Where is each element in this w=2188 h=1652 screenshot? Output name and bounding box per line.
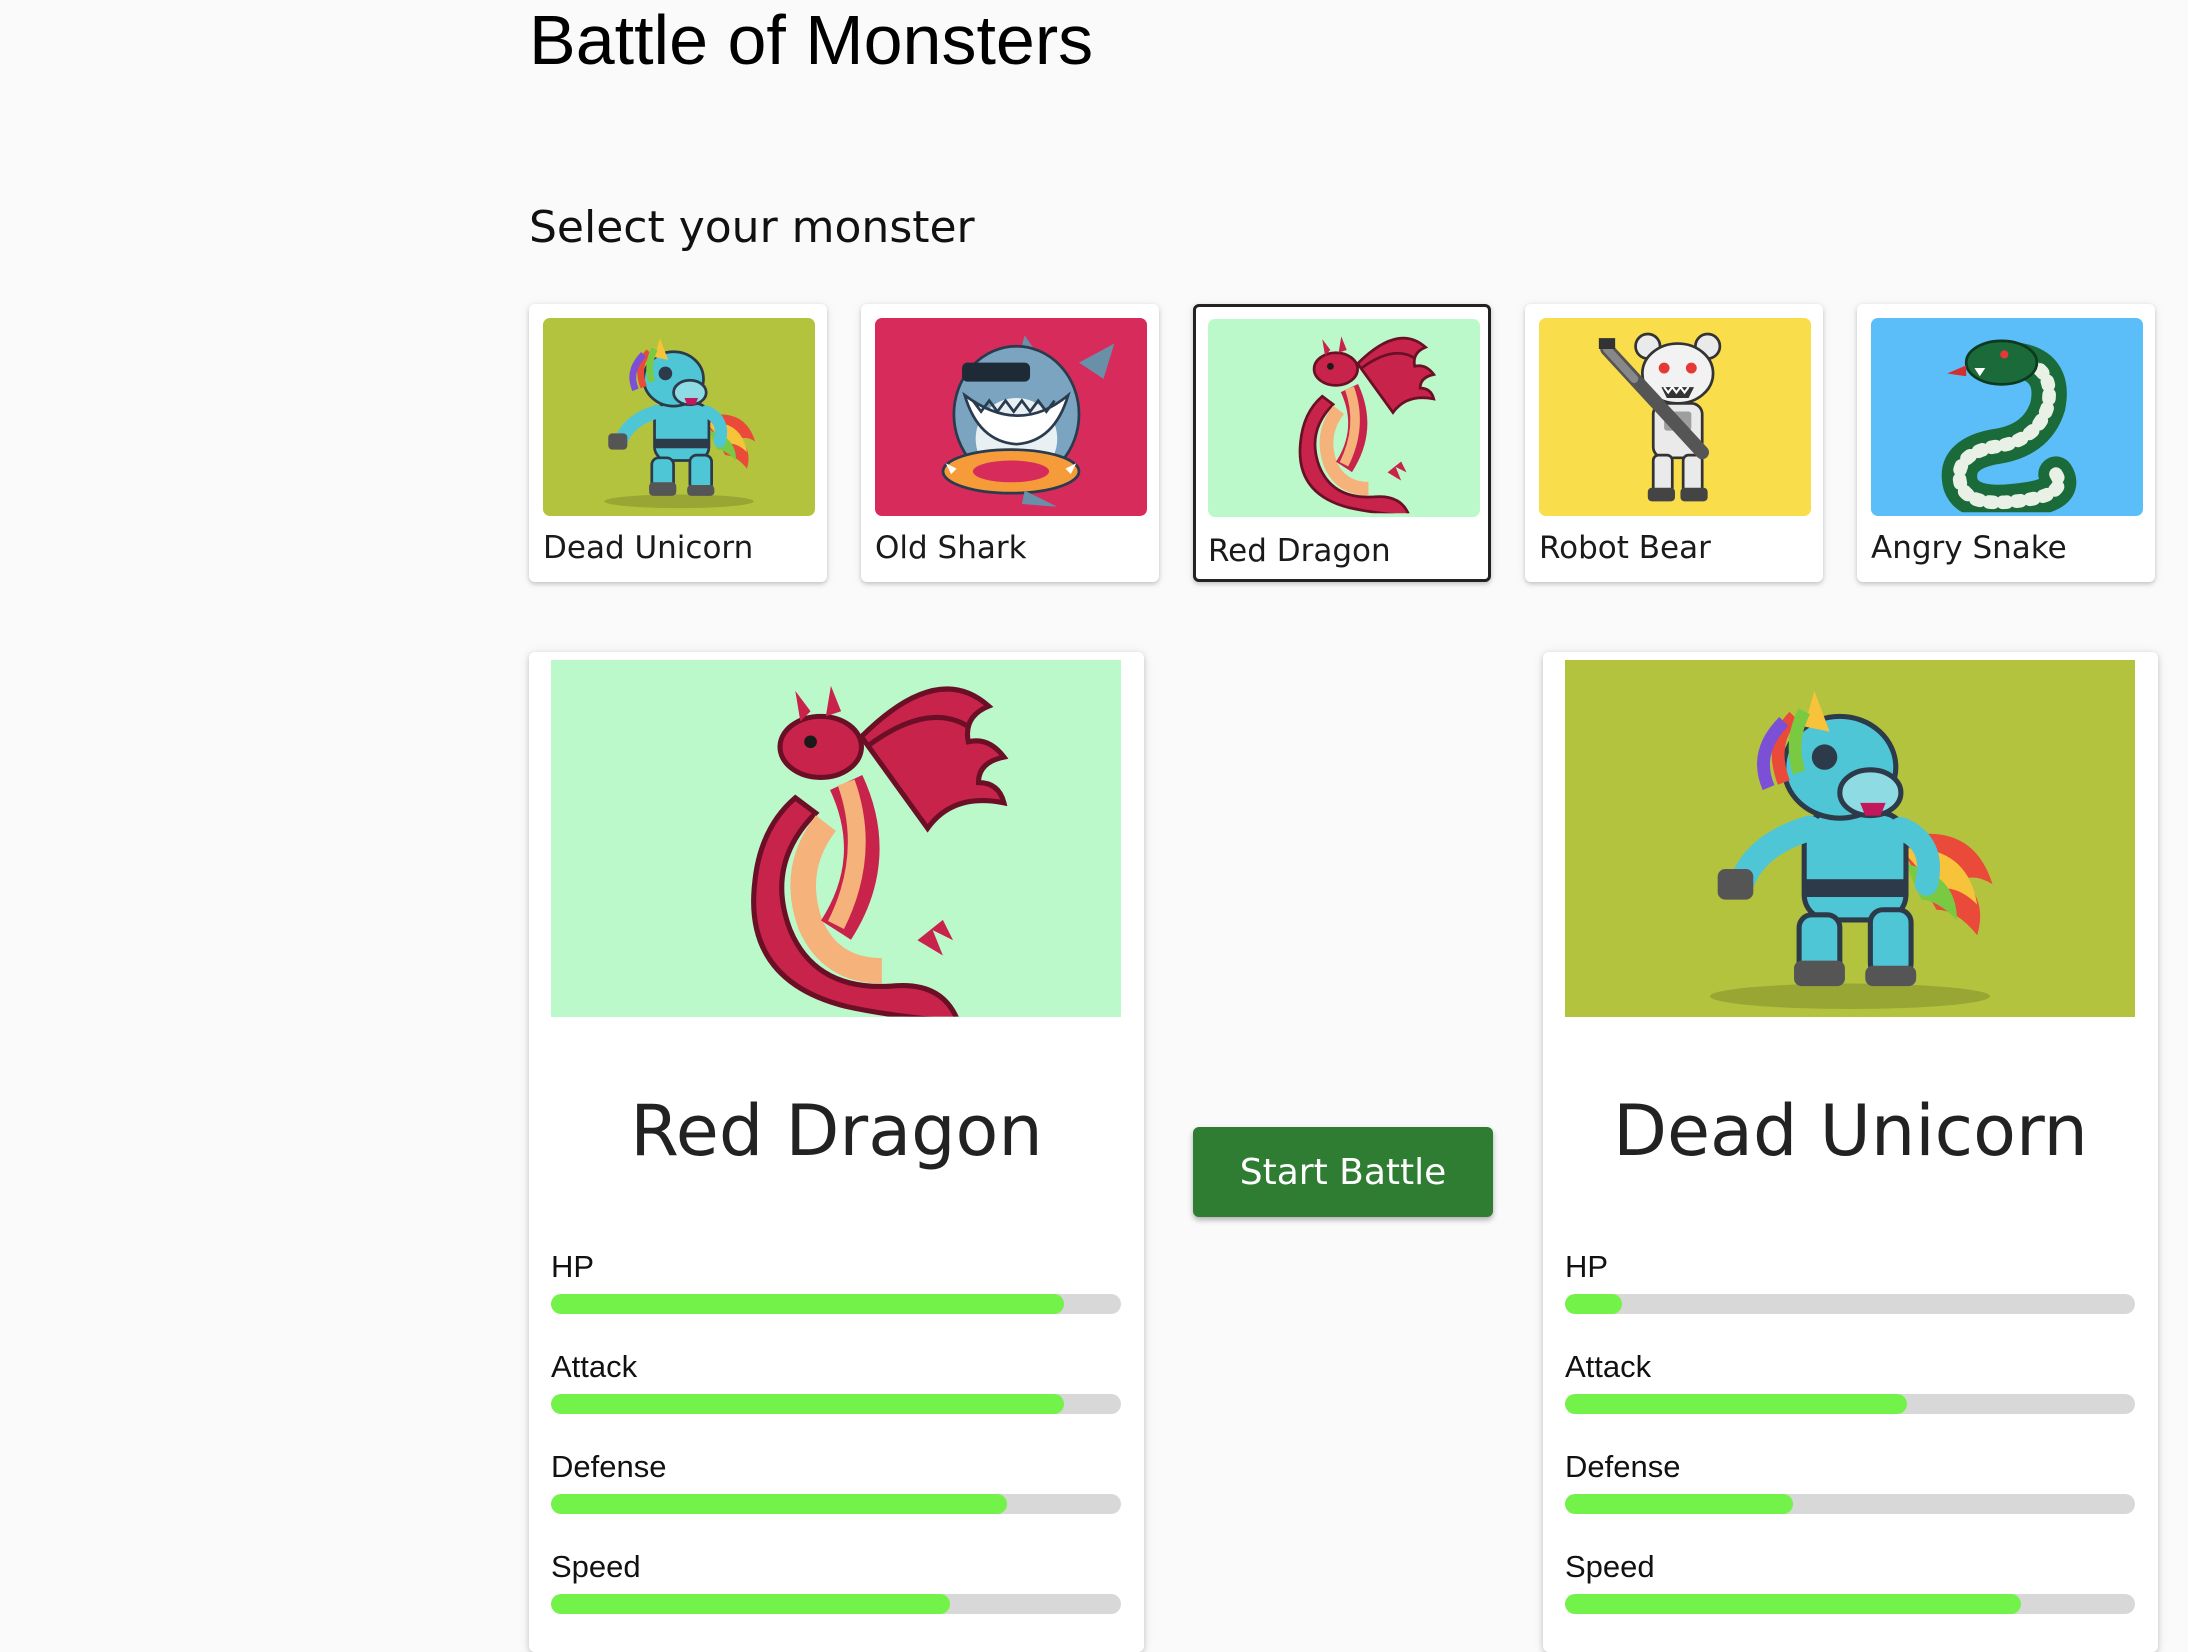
stat-bar-fill [551, 1594, 950, 1614]
monster-card-label: Robot Bear [1539, 530, 1711, 566]
start-battle-button[interactable]: Start Battle [1193, 1127, 1493, 1217]
computer-monster-name: Dead Unicorn [1613, 1090, 2088, 1172]
stat-bar-fill [551, 1494, 1007, 1514]
stat-bar-fill [1565, 1394, 1907, 1414]
unicorn-icon [543, 318, 815, 516]
stat-bar [551, 1494, 1121, 1514]
computer-stat-attack: Attack [1565, 1350, 2135, 1414]
computer-monster-card: Dead Unicorn HP Attack Defense Speed [1543, 652, 2158, 1652]
player-stat-hp: HP [551, 1250, 1121, 1314]
stat-bar [551, 1294, 1121, 1314]
stat-bar-fill [551, 1294, 1064, 1314]
player-stat-speed: Speed [551, 1550, 1121, 1614]
computer-stat-hp: HP [1565, 1250, 2135, 1314]
app-container: Battle of Monsters Select your monster D… [529, 0, 2159, 1652]
stat-label: HP [551, 1249, 595, 1284]
dragon-icon [1208, 319, 1480, 517]
stat-label: Speed [1565, 1549, 1655, 1584]
monster-card-label: Red Dragon [1208, 533, 1391, 569]
snake-icon [1871, 318, 2143, 516]
stat-bar-fill [551, 1394, 1064, 1414]
stat-bar-fill [1565, 1494, 1793, 1514]
bear-icon [1539, 318, 1811, 516]
monster-selection-list: Dead Unicorn Old Shark Red Dragon Robot … [529, 304, 2159, 582]
dragon-icon [551, 660, 1121, 1017]
monster-card-label: Old Shark [875, 530, 1027, 566]
select-monster-heading: Select your monster [529, 202, 975, 253]
stat-bar [1565, 1294, 2135, 1314]
stat-bar [1565, 1394, 2135, 1414]
stat-bar-fill [1565, 1294, 1622, 1314]
monster-card-label: Angry Snake [1871, 530, 2067, 566]
player-monster-name: Red Dragon [630, 1090, 1043, 1172]
stat-label: HP [1565, 1249, 1609, 1284]
stat-bar [1565, 1594, 2135, 1614]
stat-label: Defense [551, 1449, 667, 1484]
shark-icon [875, 318, 1147, 516]
stat-label: Attack [551, 1349, 638, 1384]
player-stat-attack: Attack [551, 1350, 1121, 1414]
unicorn-icon [1565, 660, 2135, 1017]
monster-card-dead-unicorn[interactable]: Dead Unicorn [529, 304, 827, 582]
monster-card-label: Dead Unicorn [543, 530, 754, 566]
player-monster-card: Red Dragon HP Attack Defense Speed [529, 652, 1144, 1652]
monster-card-red-dragon[interactable]: Red Dragon [1193, 304, 1491, 582]
stat-bar [1565, 1494, 2135, 1514]
monster-card-old-shark[interactable]: Old Shark [861, 304, 1159, 582]
stat-label: Speed [551, 1549, 641, 1584]
monster-card-robot-bear[interactable]: Robot Bear [1525, 304, 1823, 582]
computer-stat-defense: Defense [1565, 1450, 2135, 1514]
player-stat-defense: Defense [551, 1450, 1121, 1514]
computer-stat-speed: Speed [1565, 1550, 2135, 1614]
stat-label: Attack [1565, 1349, 1652, 1384]
stat-bar [551, 1594, 1121, 1614]
page-title: Battle of Monsters [529, 1, 1094, 79]
monster-card-angry-snake[interactable]: Angry Snake [1857, 304, 2155, 582]
stat-bar-fill [1565, 1594, 2021, 1614]
stat-bar [551, 1394, 1121, 1414]
stat-label: Defense [1565, 1449, 1681, 1484]
